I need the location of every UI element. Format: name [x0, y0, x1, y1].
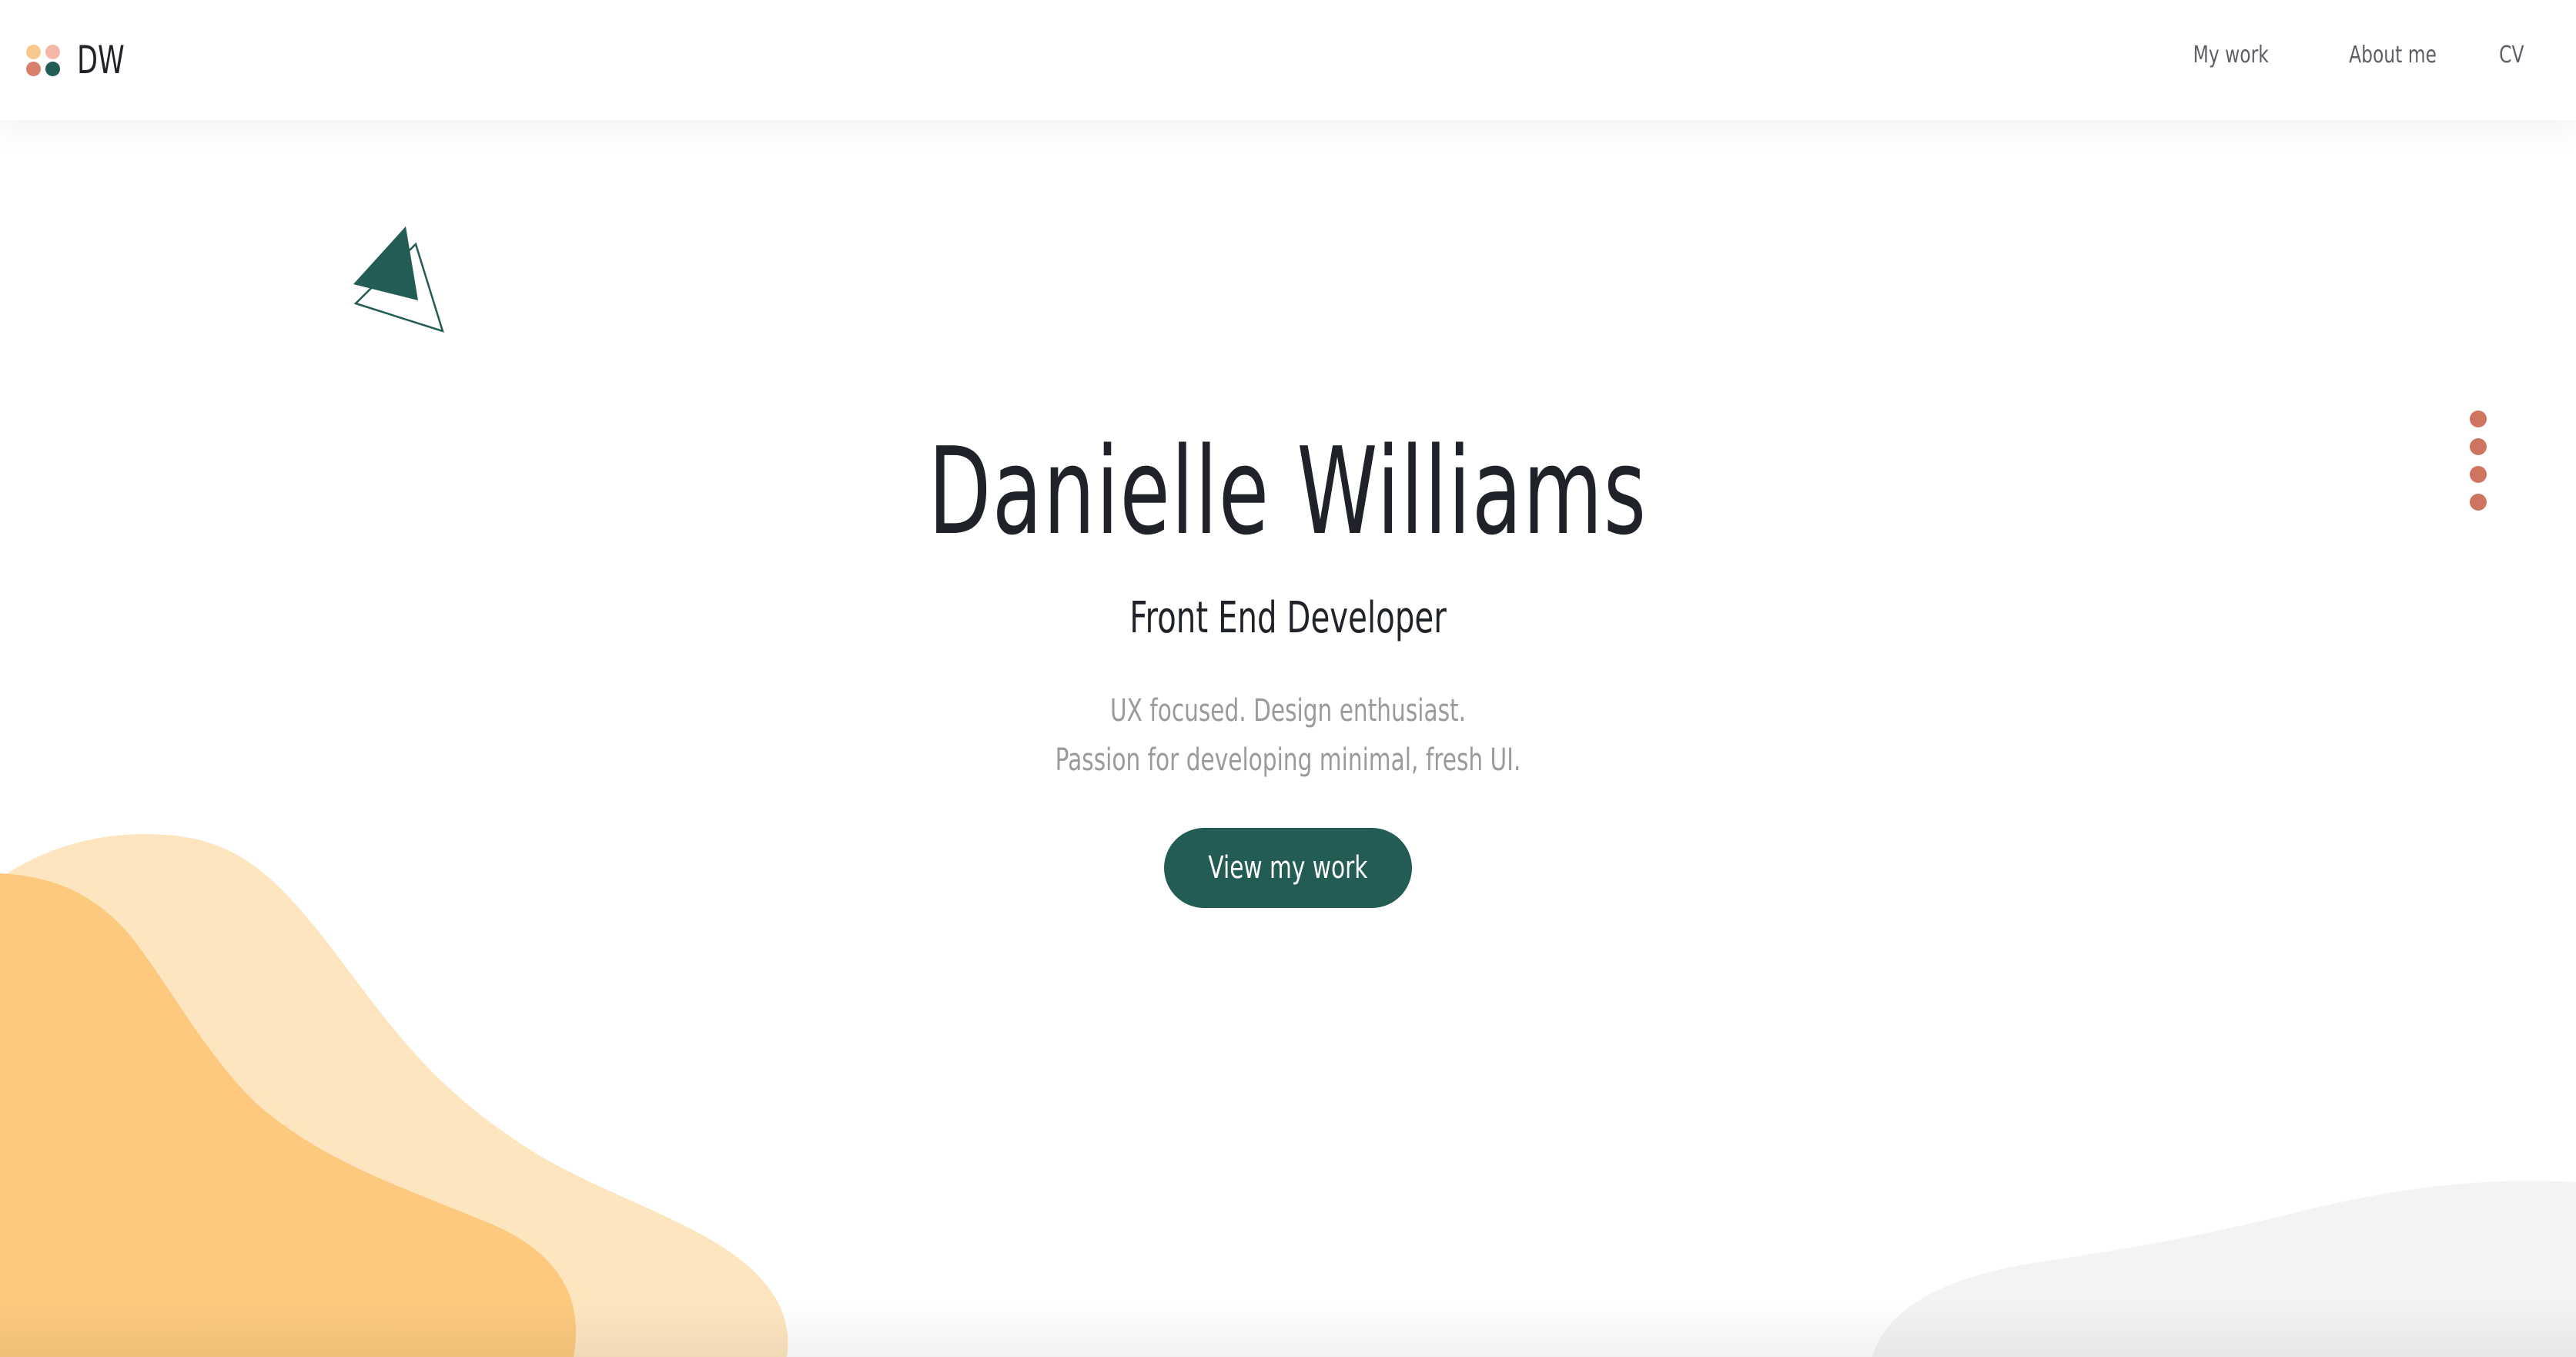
main-nav: My work About me CV — [2116, 42, 2524, 69]
logo-dot — [26, 62, 41, 76]
nav-link-about-me[interactable]: About me — [2349, 42, 2437, 69]
hero-section: Danielle Williams Front End Developer UX… — [0, 431, 2576, 908]
bottom-shadow — [0, 1302, 2576, 1357]
top-navbar: DW My work About me CV — [0, 0, 2576, 120]
view-my-work-button[interactable]: View my work — [1164, 828, 1412, 908]
four-dots-logo-icon — [26, 42, 62, 78]
page: DW My work About me CV Danielle Williams… — [0, 0, 2576, 1357]
hero-description: UX focused. Design enthusiast. Passion f… — [335, 686, 2241, 785]
nav-link-cv[interactable]: CV — [2499, 42, 2524, 69]
hero-description-line-2: Passion for developing minimal, fresh UI… — [1055, 742, 1521, 778]
logo-dot — [45, 62, 60, 76]
nav-link-my-work[interactable]: My work — [2193, 42, 2268, 69]
logo-dot — [45, 45, 60, 59]
logo-text: DW — [77, 38, 125, 82]
hero-description-line-1: UX focused. Design enthusiast. — [1109, 693, 1467, 729]
hero-subtitle: Front End Developer — [1129, 593, 1447, 643]
view-my-work-label: View my work — [1208, 850, 1368, 886]
logo-link[interactable]: DW — [26, 38, 138, 82]
logo-dot — [26, 45, 41, 59]
hero-title: Danielle Williams — [928, 421, 1648, 561]
